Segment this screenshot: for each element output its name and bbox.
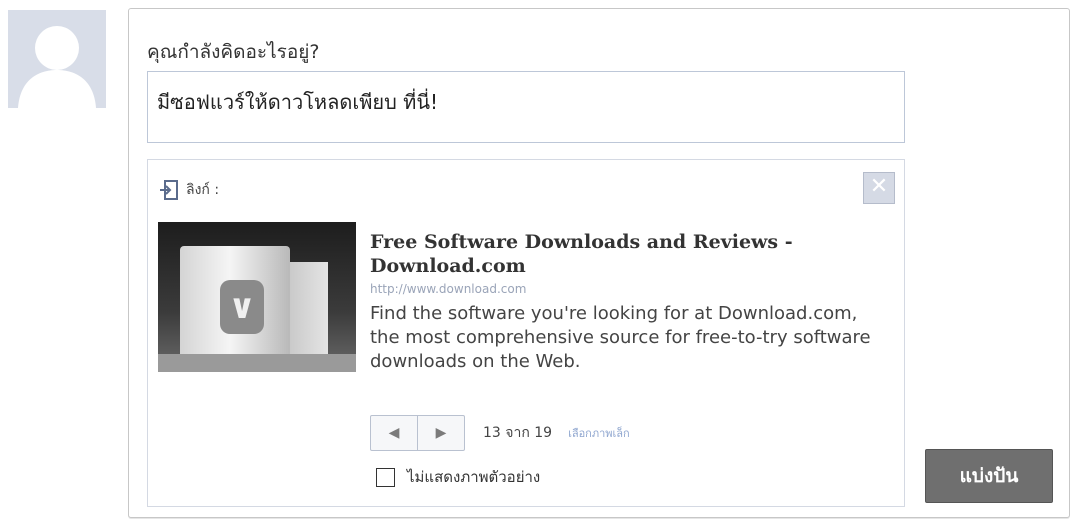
link-title[interactable]: Free Software Downloads and Reviews - Do… xyxy=(370,230,890,278)
status-input[interactable]: มีซอฟแวร์ให้ดาวโหลดเพียบ ที่นี่! xyxy=(147,71,905,143)
link-info: Free Software Downloads and Reviews - Do… xyxy=(370,230,890,374)
link-attachment: ลิงก์ : ✕ ∨ Free Software Downloads and … xyxy=(147,159,905,507)
no-thumbnail-option[interactable]: ไม่แสดงภาพตัวอย่าง xyxy=(376,465,540,489)
link-icon xyxy=(160,180,178,200)
pager-count: 13 จาก 19 xyxy=(483,425,553,441)
no-thumbnail-label: ไม่แสดงภาพตัวอย่าง xyxy=(407,468,541,486)
composer-panel: คุณกำลังคิดอะไรอยู่? มีซอฟแวร์ให้ดาวโหลด… xyxy=(128,8,1070,518)
next-arrow-icon[interactable]: ▶ xyxy=(417,416,464,450)
close-icon[interactable]: ✕ xyxy=(863,172,895,204)
composer-prompt: คุณกำลังคิดอะไรอยู่? xyxy=(147,41,320,63)
status-text: มีซอฟแวร์ให้ดาวโหลดเพียบ ที่นี่! xyxy=(157,90,439,114)
thumbnail-pager: ◀ ▶ 13 จาก 19 เลือกภาพเล็ก xyxy=(370,415,630,451)
avatar xyxy=(8,10,106,108)
choose-thumbnail-link[interactable]: เลือกภาพเล็ก xyxy=(568,424,630,442)
pager-buttons: ◀ ▶ xyxy=(370,415,465,451)
download-logo-icon: ∨ xyxy=(220,280,264,334)
link-label: ลิงก์ : xyxy=(186,182,220,198)
link-description: Find the software you're looking for at … xyxy=(370,303,871,372)
avatar-silhouette-icon xyxy=(8,10,106,108)
thumbnail-floor xyxy=(158,354,356,372)
link-thumbnail: ∨ xyxy=(158,222,356,372)
no-thumbnail-checkbox[interactable] xyxy=(376,467,395,487)
share-button[interactable]: แบ่งปัน xyxy=(925,449,1053,503)
link-header: ลิงก์ : xyxy=(158,178,219,202)
link-url[interactable]: http://www.download.com xyxy=(370,282,890,296)
prev-arrow-icon[interactable]: ◀ xyxy=(371,416,417,450)
